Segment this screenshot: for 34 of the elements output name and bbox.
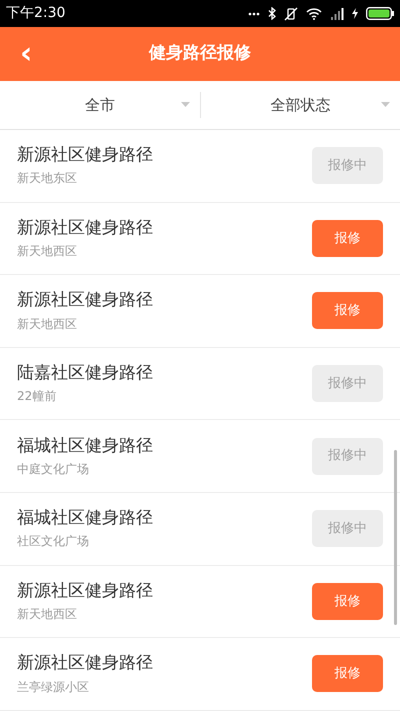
site-location: 新天地西区 — [17, 606, 78, 623]
site-location: 中庭文化广场 — [17, 460, 90, 478]
repair-button[interactable]: 报修 — [312, 220, 383, 257]
back-button[interactable]: ‹ — [14, 39, 38, 69]
bluetooth-icon — [268, 7, 276, 20]
caret-icon — [381, 102, 390, 107]
site-name: 福城社区健身路径 — [17, 507, 153, 530]
caret-icon — [180, 102, 190, 107]
site-location: 新天地东区 — [17, 170, 78, 188]
site-name: 新源社区健身路径 — [17, 652, 153, 674]
battery-icon — [366, 7, 394, 20]
site-name: 新源社区健身路径 — [17, 144, 153, 166]
charging-icon — [352, 8, 358, 19]
site-name: 新源社区健身路径 — [17, 289, 153, 312]
repair-button[interactable]: 报修 — [312, 582, 383, 620]
vibrate-off-icon — [284, 6, 298, 20]
signal-icon — [330, 8, 344, 20]
site-location: 兰亭绿源小区 — [17, 678, 90, 696]
site-name: 新源社区健身路径 — [17, 216, 153, 239]
site-location: 新天地西区 — [17, 242, 78, 260]
site-name: 福城社区健身路径 — [17, 434, 153, 457]
site-location: 社区文化广场 — [17, 533, 90, 550]
site-name: 新源社区健身路径 — [17, 580, 153, 602]
repair-button[interactable]: 报修 — [312, 655, 383, 692]
more-icon — [248, 12, 260, 16]
filter-dropdown[interactable]: 全市 — [0, 81, 200, 129]
status-time: 下午2:30 — [6, 4, 66, 23]
wifi-icon — [306, 8, 322, 20]
page-title: 健身路径报修 — [149, 42, 251, 66]
site-location: 新天地西区 — [17, 316, 78, 333]
filter-dropdown[interactable]: 全部状态 — [200, 81, 400, 129]
repair-button[interactable]: 报修 — [312, 292, 383, 330]
site-location: 22幢前 — [17, 388, 58, 406]
site-name: 陆嘉社区健身路径 — [17, 362, 153, 384]
